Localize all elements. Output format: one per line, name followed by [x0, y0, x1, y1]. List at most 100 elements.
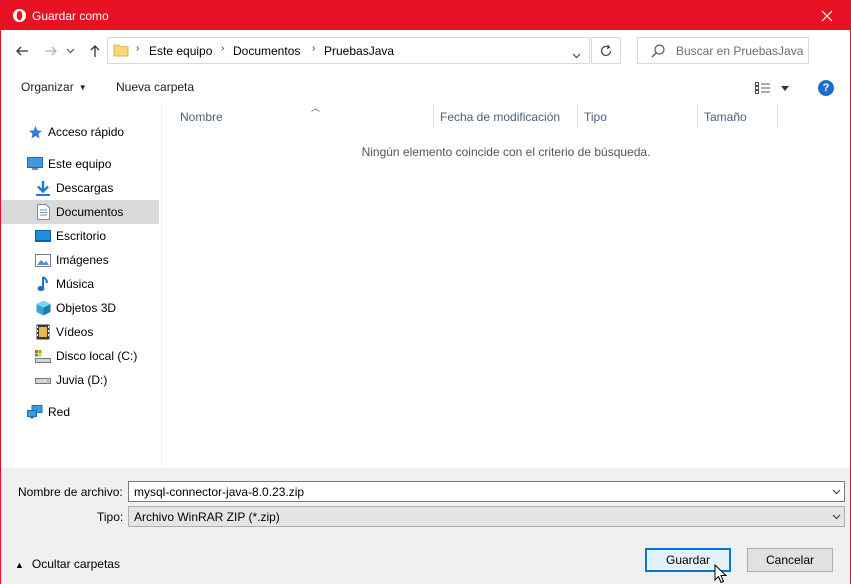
sidebar-item-documentos[interactable]: Documentos	[1, 200, 159, 224]
up-button[interactable]	[85, 41, 105, 61]
breadcrumb-separator: ›	[221, 43, 225, 54]
close-button[interactable]	[804, 1, 850, 30]
local-disk-icon	[35, 348, 51, 364]
close-icon	[821, 10, 833, 21]
filetype-value: Archivo WinRAR ZIP (*.zip)	[134, 510, 280, 524]
sidebar-item-label: Acceso rápido	[48, 125, 125, 139]
sidebar-item-label: Vídeos	[56, 325, 94, 339]
sidebar-item-videos[interactable]: Vídeos	[1, 320, 159, 344]
change-view-button[interactable]	[755, 79, 795, 97]
filename-combobox[interactable]	[128, 481, 845, 502]
arrow-up-icon	[90, 45, 100, 57]
sidebar-item-musica[interactable]: Música	[1, 272, 159, 296]
filetype-label: Tipo:	[97, 510, 124, 524]
drive-icon	[35, 372, 51, 388]
title-bar: Guardar como	[1, 1, 850, 30]
command-bar: Organizar ▼ Nueva carpeta ?	[1, 72, 850, 103]
address-dropdown-button[interactable]	[568, 46, 584, 66]
new-folder-button[interactable]: Nueva carpeta	[116, 80, 194, 94]
forward-button[interactable]	[41, 41, 61, 61]
hide-folders-label: Ocultar carpetas	[31, 557, 120, 571]
arrow-left-icon	[16, 46, 28, 56]
hide-folders-button[interactable]: ▲ Ocultar carpetas	[15, 557, 120, 571]
opera-icon	[12, 8, 27, 23]
filetype-dropdown-button[interactable]	[830, 510, 842, 523]
empty-folder-message: Ningún elemento coincide con el criterio…	[361, 145, 651, 159]
sidebar-item-este-equipo[interactable]: Este equipo	[1, 152, 159, 176]
sidebar-item-label: Música	[56, 277, 95, 291]
download-icon	[35, 180, 51, 196]
filename-dropdown-button[interactable]	[830, 485, 842, 498]
folder-icon	[113, 44, 129, 57]
new-folder-label: Nueva carpeta	[116, 80, 195, 94]
breadcrumb-separator: ›	[136, 43, 140, 54]
file-list[interactable]: Nombre ︿ Fecha de modificación Tipo Tama…	[162, 103, 850, 468]
filetype-select[interactable]: Archivo WinRAR ZIP (*.zip)	[128, 506, 845, 527]
search-input[interactable]	[676, 42, 804, 59]
chevron-down-icon	[832, 514, 840, 519]
breadcrumb-este-equipo[interactable]: Este equipo	[149, 44, 212, 58]
organize-label: Organizar	[21, 80, 74, 94]
column-header-label: Nombre	[180, 110, 223, 124]
sidebar-item-juvia[interactable]: Juvia (D:)	[1, 368, 159, 392]
sidebar-item-label: Escritorio	[56, 229, 107, 243]
sidebar-item-label: Disco local (C:)	[56, 349, 138, 363]
column-header-type[interactable]: Tipo	[578, 103, 698, 129]
search-icon	[651, 44, 665, 58]
refresh-icon	[600, 44, 612, 56]
sidebar-item-acceso-rapido[interactable]: Acceso rápido	[1, 120, 159, 144]
cube-icon	[35, 300, 51, 316]
chevron-down-icon	[832, 489, 840, 494]
sidebar-item-label: Juvia (D:)	[56, 373, 108, 387]
sidebar-item-label: Documentos	[56, 205, 124, 219]
caret-down-icon	[781, 85, 789, 91]
sort-ascending-icon: ︿	[311, 103, 321, 113]
navigation-bar: › Este equipo › Documentos › PruebasJava	[1, 30, 850, 72]
breadcrumb-separator: ›	[312, 43, 316, 54]
column-header-name[interactable]: Nombre ︿	[174, 103, 434, 129]
column-header-label: Tamaño	[704, 110, 747, 124]
sidebar-item-label: Este equipo	[48, 157, 112, 171]
sidebar-item-label: Red	[48, 405, 71, 419]
search-box[interactable]	[637, 37, 809, 64]
filename-label: Nombre de archivo:	[18, 485, 123, 499]
sidebar-item-label: Imágenes	[56, 253, 109, 267]
back-button[interactable]	[12, 41, 32, 61]
refresh-button[interactable]	[591, 37, 621, 64]
mouse-cursor-icon	[714, 564, 728, 584]
desktop-icon	[35, 228, 51, 244]
sidebar-item-objetos-3d[interactable]: Objetos 3D	[1, 296, 159, 320]
column-header-size[interactable]: Tamaño	[698, 103, 778, 129]
sidebar-item-label: Objetos 3D	[56, 301, 117, 315]
document-icon	[35, 204, 51, 220]
chevron-down-icon	[572, 53, 580, 59]
caret-down-icon: ▼	[78, 83, 87, 92]
sidebar-item-disco-local[interactable]: Disco local (C:)	[1, 344, 159, 368]
column-header-label: Fecha de modificación	[440, 110, 561, 124]
breadcrumb-documentos[interactable]: Documentos	[233, 44, 300, 58]
column-header-date[interactable]: Fecha de modificación	[434, 103, 578, 129]
music-icon	[35, 276, 51, 292]
filename-input[interactable]	[134, 484, 824, 499]
sidebar-item-imagenes[interactable]: Imágenes	[1, 248, 159, 272]
star-icon	[27, 124, 43, 140]
details-view-icon	[755, 82, 770, 94]
sidebar-item-descargas[interactable]: Descargas	[1, 176, 159, 200]
chevron-up-icon: ▲	[15, 560, 24, 570]
address-bar[interactable]: › Este equipo › Documentos › PruebasJava	[107, 37, 590, 64]
arrow-right-icon	[45, 46, 57, 56]
breadcrumb-pruebasjava[interactable]: PruebasJava	[324, 44, 394, 58]
image-icon	[35, 252, 51, 268]
column-header-label: Tipo	[584, 110, 607, 124]
network-icon	[27, 404, 43, 420]
chevron-down-icon	[66, 48, 74, 54]
cancel-button[interactable]: Cancelar	[747, 548, 833, 572]
sidebar-item-escritorio[interactable]: Escritorio	[1, 224, 159, 248]
recent-locations-button[interactable]	[63, 41, 77, 61]
video-icon	[35, 324, 51, 340]
sidebar-item-red[interactable]: Red	[1, 400, 159, 424]
sidebar-item-label: Descargas	[56, 181, 114, 195]
help-button[interactable]: ?	[818, 80, 834, 96]
organize-button[interactable]: Organizar ▼	[21, 80, 87, 94]
computer-icon	[27, 156, 43, 172]
